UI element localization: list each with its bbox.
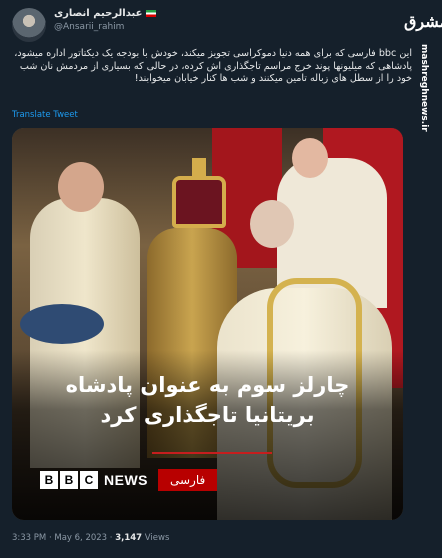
display-name[interactable]: عبدالرحیم انصاری [54, 8, 142, 19]
views-count[interactable]: 3,147 [115, 533, 142, 543]
bbc-letter-b2: B [60, 471, 78, 489]
bbc-persian-badge: فارسی [158, 469, 218, 491]
headline-line-2: بریتانیا تاجگذاری کرد [100, 403, 315, 427]
author-names[interactable]: عبدالرحیم انصاری @Ansarii_rahim [54, 8, 157, 32]
tweet-card: عبدالرحیم انصاری @Ansarii_rahim مشرق mas… [0, 0, 442, 558]
user-handle[interactable]: @Ansarii_rahim [54, 22, 156, 32]
tweet-header: عبدالرحیم انصاری @Ansarii_rahim [8, 6, 434, 42]
bbc-letter-c: C [80, 471, 98, 489]
meta-separator-2: · [109, 533, 113, 543]
iran-flag-icon [146, 10, 157, 17]
bbc-news-branding: B B C NEWS فارسی [40, 468, 218, 492]
watermark-url: mashreghnews.ir [418, 44, 432, 174]
tweet-text: این bbc فارسی که برای همه دنیا دموکراسی … [14, 48, 412, 85]
coronation-photo [12, 128, 403, 520]
tweet-meta: 3:33 PM · May 6, 2023 · 3,147 Views [12, 533, 169, 543]
tweet-media-image[interactable]: چارلز سوم به عنوان پادشاه بریتانیا تاجگذ… [12, 128, 403, 520]
watermark-url-text: mashreghnews.ir [419, 44, 429, 132]
mashregh-logo-text: مشرق [404, 12, 442, 31]
headline-line-1: چارلز سوم به عنوان پادشاه [65, 373, 350, 397]
avatar[interactable] [12, 8, 46, 42]
bbc-logo: B B C [40, 471, 98, 489]
display-name-row[interactable]: عبدالرحیم انصاری [54, 8, 157, 19]
tweet-date[interactable]: May 6, 2023 [54, 533, 107, 543]
mashregh-logo: مشرق [404, 12, 442, 31]
tweet-time[interactable]: 3:33 PM [12, 533, 46, 543]
bbc-news-label: NEWS [104, 472, 148, 488]
headline-underline [152, 452, 272, 454]
bbc-letter-b1: B [40, 471, 58, 489]
meta-separator: · [48, 533, 52, 543]
media-headline: چارلز سوم به عنوان پادشاه بریتانیا تاجگذ… [12, 370, 403, 430]
translate-tweet-link[interactable]: Translate Tweet [12, 110, 78, 120]
views-label[interactable]: Views [145, 533, 170, 543]
